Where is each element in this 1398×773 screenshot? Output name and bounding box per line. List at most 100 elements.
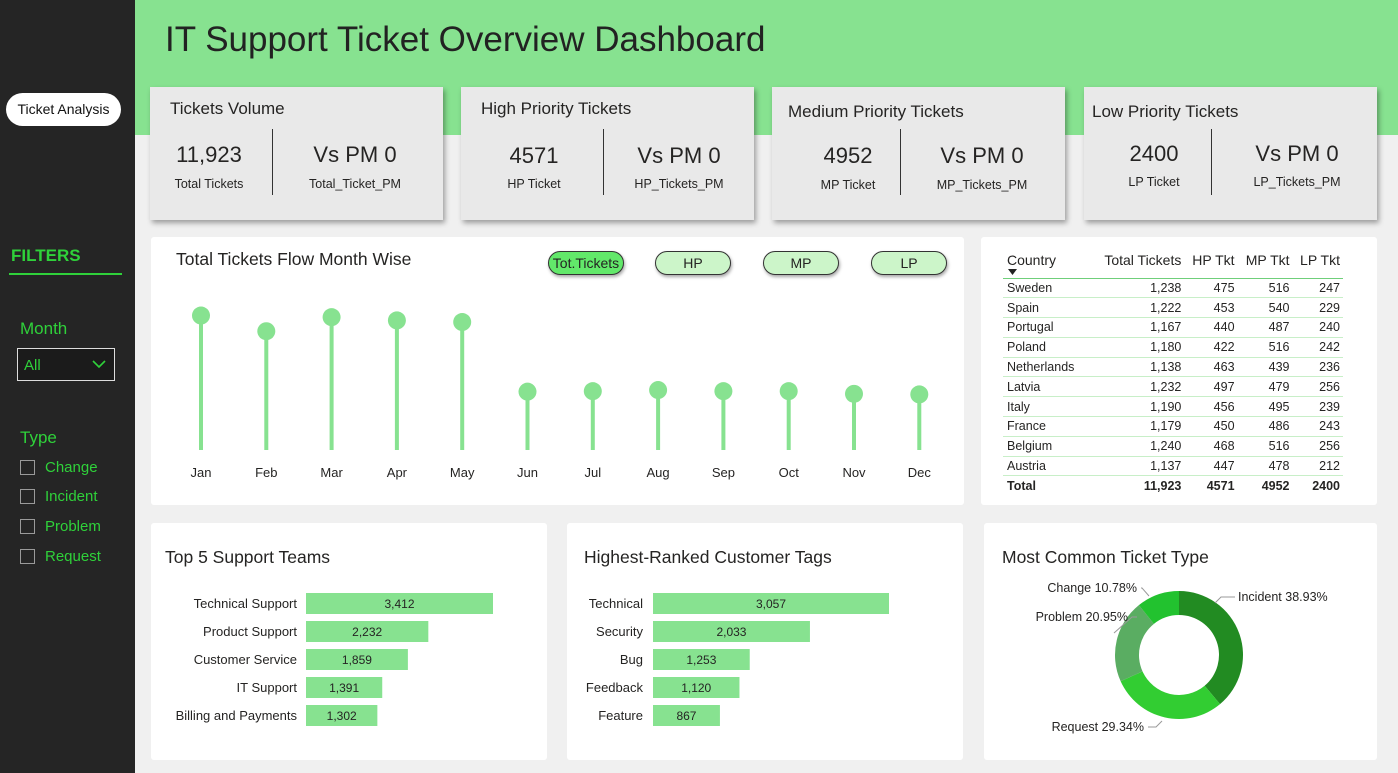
table-cell: 256: [1292, 376, 1343, 398]
table-cell: 422: [1184, 337, 1238, 358]
donut-slice[interactable]: [1120, 671, 1221, 719]
table-cell: 463: [1184, 357, 1238, 378]
table-cell: 479: [1237, 376, 1293, 398]
kpi-vs-pm-label: MP_Tickets_PM: [936, 178, 1028, 192]
checkbox-icon[interactable]: [20, 459, 35, 475]
kpi-card-high-priority: High Priority Tickets 4571 HP Ticket Vs …: [461, 87, 754, 220]
type-option-problem[interactable]: Problem: [20, 516, 101, 536]
lp-tkt-column-header[interactable]: LP Tkt: [1292, 250, 1343, 279]
table-cell: 447: [1184, 456, 1238, 477]
bar-category-label: Technical Support: [194, 596, 298, 611]
lollipop-point[interactable]: [518, 382, 537, 401]
table-cell: Total: [1003, 475, 1091, 496]
checkbox-icon[interactable]: [20, 548, 35, 564]
table-cell: 1,167: [1090, 317, 1185, 338]
bar-category-label: Customer Service: [194, 652, 297, 667]
month-dropdown[interactable]: All: [17, 348, 115, 381]
table-cell: 4952: [1237, 475, 1293, 496]
table-cell: 516: [1237, 337, 1293, 358]
table-cell: 2400: [1292, 475, 1343, 496]
lp-toggle-button[interactable]: LP: [871, 251, 947, 275]
top-teams-chart: Technical Support 3,412 Product Support 2,2…: [176, 593, 493, 726]
type-option-label: Request: [45, 547, 101, 565]
x-tick-label: Dec: [908, 465, 932, 480]
lollipop-point[interactable]: [257, 322, 276, 341]
month-filter-label: Month: [20, 319, 68, 338]
lollipop-point[interactable]: [583, 382, 602, 401]
x-tick-label: Jun: [517, 465, 538, 480]
lollipop-point[interactable]: [649, 381, 668, 400]
table-row: Italy 1,190 456 495 239: [1003, 396, 1343, 418]
lollipop-point[interactable]: [845, 384, 863, 403]
lollipop-point[interactable]: [910, 385, 929, 404]
x-tick-label: May: [450, 465, 475, 480]
kpi-value: 4571: [509, 143, 559, 168]
table-cell: 1,190: [1090, 396, 1185, 418]
bar-value-label: 2,033: [716, 625, 746, 639]
total-tickets-column-header[interactable]: Total Tickets: [1090, 250, 1185, 279]
table-cell: 240: [1292, 317, 1343, 338]
table-cell: Netherlands: [1003, 357, 1091, 378]
kpi-title: Low Priority Tickets: [1092, 102, 1239, 121]
ticket-type-donut-chart: Incident 38.93% Request 29.34% Problem 20.…: [1036, 581, 1328, 734]
kpi-title: Tickets Volume: [170, 99, 285, 118]
lollipop-point[interactable]: [779, 382, 798, 401]
bar-value-label: 1,859: [342, 653, 372, 667]
kpi-divider: [272, 129, 273, 195]
monthly-flow-chart: Jan Feb Mar Apr May Jun Jul Aug Sep Oct Nov Dec: [191, 306, 932, 480]
kpi-vs-pm: Vs PM 0: [313, 142, 397, 167]
kpi-value-label: Total Tickets: [174, 177, 244, 191]
kpi-card-low-priority: Low Priority Tickets 2400 LP Ticket Vs P…: [1084, 87, 1377, 220]
customer-tags-title: Highest-Ranked Customer Tags: [584, 547, 832, 567]
table-cell: 540: [1237, 297, 1293, 319]
table-cell: 11,923: [1090, 475, 1185, 496]
table-cell: 497: [1184, 376, 1238, 398]
donut-slice[interactable]: [1179, 591, 1243, 705]
lollipop-point[interactable]: [322, 308, 341, 327]
mp-toggle-button[interactable]: MP: [763, 251, 839, 275]
checkbox-icon[interactable]: [20, 488, 35, 504]
type-option-change[interactable]: Change: [20, 457, 98, 477]
bar-category-label: Feedback: [586, 680, 644, 695]
mp-tkt-column-header[interactable]: MP Tkt: [1237, 250, 1293, 279]
table-cell: Austria: [1003, 456, 1091, 477]
kpi-value-label: LP Ticket: [1128, 175, 1180, 189]
kpi-vs-pm-label: HP_Tickets_PM: [634, 177, 724, 191]
sidebar: Ticket Analysis FILTERS Month All Type C…: [0, 0, 135, 773]
table-cell: 242: [1292, 337, 1343, 358]
kpi-value: 2400: [1129, 141, 1179, 166]
table-cell: 456: [1184, 396, 1238, 418]
table-row: France 1,179 450 486 243: [1003, 416, 1343, 437]
type-option-incident[interactable]: Incident: [20, 486, 98, 506]
kpi-divider: [1211, 129, 1212, 195]
lollipop-point[interactable]: [387, 311, 406, 330]
filters-divider: [9, 273, 122, 275]
hp-tkt-column-header[interactable]: HP Tkt: [1184, 250, 1238, 279]
kpi-vs-pm-label: Total_Ticket_PM: [309, 177, 401, 191]
table-cell: 229: [1292, 297, 1343, 319]
table-cell: 243: [1292, 416, 1343, 437]
table-cell: Italy: [1003, 396, 1091, 418]
table-row: Latvia 1,232 497 479 256: [1003, 376, 1343, 398]
customer-tags-chart: Technical 3,057 Security 2,033 Bug 1,253 Feedb…: [586, 593, 889, 726]
table-cell: 4571: [1184, 475, 1238, 496]
tot-tickets-toggle-button[interactable]: Tot.Tickets: [548, 251, 624, 275]
hp-toggle-button[interactable]: HP: [655, 251, 731, 275]
bar-value-label: 2,232: [352, 625, 382, 639]
lollipop-point[interactable]: [453, 313, 472, 332]
table-cell: 1,180: [1090, 337, 1185, 358]
lollipop-point[interactable]: [192, 306, 210, 325]
bar-value-label: 1,120: [681, 681, 711, 695]
table-cell: Belgium: [1003, 436, 1091, 457]
type-option-request[interactable]: Request: [20, 546, 101, 566]
table-cell: 1,137: [1090, 456, 1185, 477]
ticket-analysis-button[interactable]: Ticket Analysis: [6, 93, 121, 126]
checkbox-icon[interactable]: [20, 518, 35, 534]
type-option-label: Incident: [45, 487, 98, 505]
monthly-flow-title: Total Tickets Flow Month Wise: [176, 249, 412, 269]
lollipop-point[interactable]: [714, 382, 733, 401]
table-cell: Portugal: [1003, 317, 1091, 338]
country-column-header[interactable]: Country: [1003, 250, 1091, 279]
table-cell: Poland: [1003, 337, 1091, 358]
kpi-value: 4952: [823, 143, 873, 168]
